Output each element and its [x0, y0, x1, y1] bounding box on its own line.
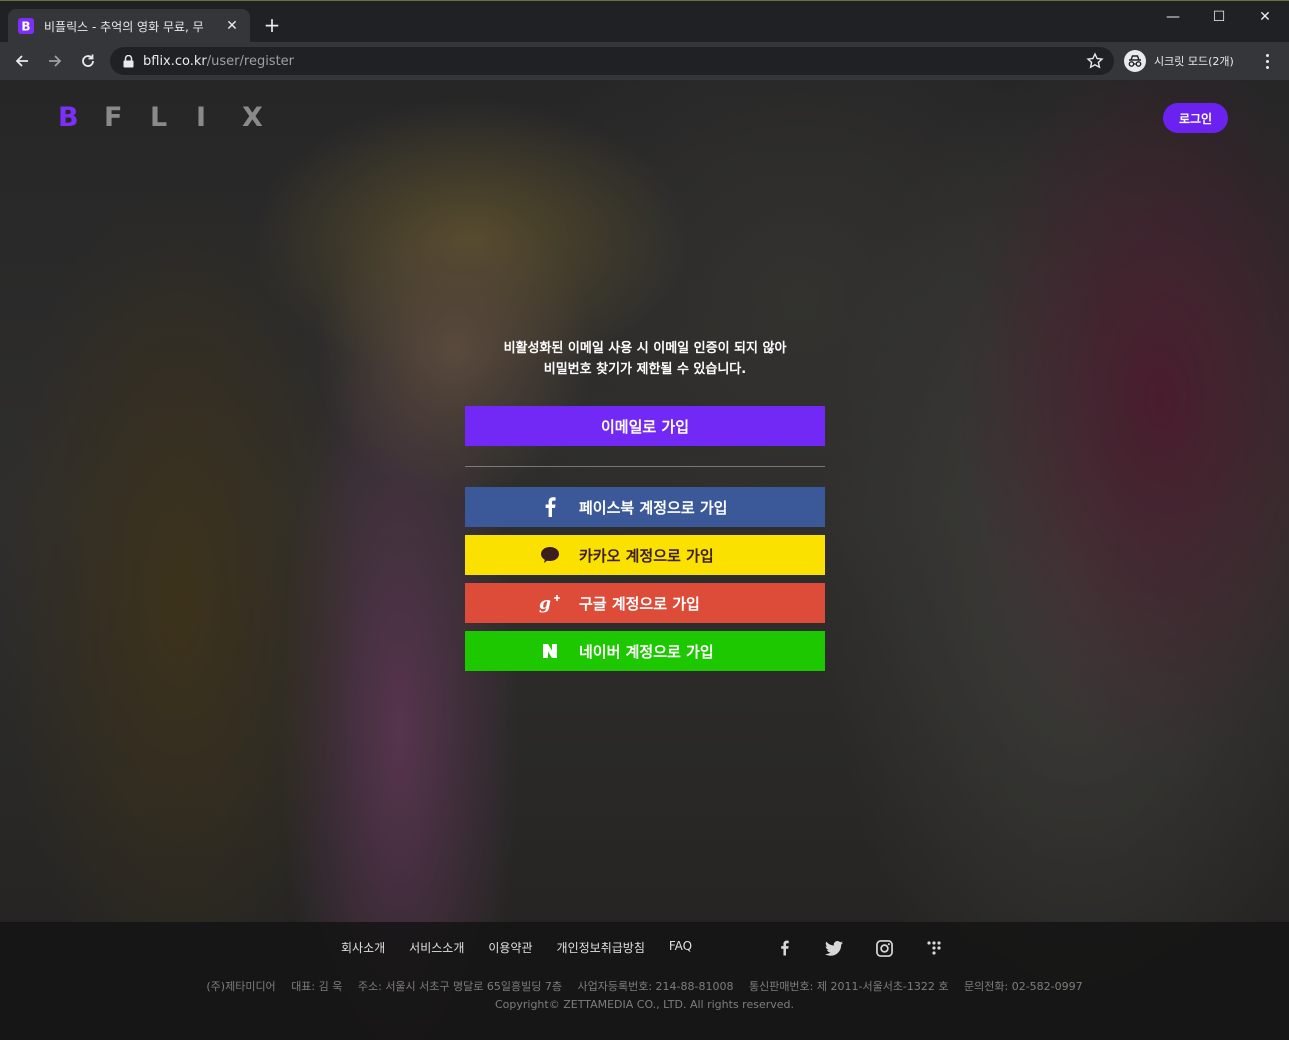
incognito-icon	[1124, 50, 1146, 72]
naver-icon	[539, 640, 561, 662]
mail-order-number: 통신판매번호: 제 2011-서울서초-1322 호	[748, 980, 949, 993]
copyright: Copyright© ZETTAMEDIA CO., LTD. All righ…	[494, 998, 795, 1011]
bflix-logo[interactable]: B F L I X	[58, 102, 288, 133]
footer-link-faq[interactable]: FAQ	[669, 939, 692, 956]
footer-links: 회사소개 서비스소개 이용약관 개인정보취급방침 FAQ	[341, 939, 692, 956]
new-tab-icon[interactable]: +	[262, 15, 282, 35]
back-icon[interactable]	[12, 51, 32, 71]
browser-toolbar: bflix.co.kr/user/register 시크릿 모드(2개)	[0, 42, 1289, 80]
forward-icon[interactable]	[45, 51, 65, 71]
notice-line: 비밀번호 찾기가 제한될 수 있습니다.	[543, 362, 747, 377]
divider	[465, 466, 825, 467]
kakao-talk-icon	[539, 544, 561, 566]
svg-text:B: B	[21, 20, 30, 34]
minimize-icon[interactable]: —	[1163, 9, 1183, 25]
email-notice: 비활성화된 이메일 사용 시 이메일 인증이 되지 않아 비밀번호 찾기가 제한…	[445, 338, 845, 380]
company-ceo: 대표: 김 욱	[291, 980, 343, 993]
email-signup-label: 이메일로 가입	[600, 417, 690, 436]
google-signup-button[interactable]: g 구글 계정으로 가입	[465, 583, 825, 623]
reload-icon[interactable]	[78, 51, 98, 71]
footer-link-privacy[interactable]: 개인정보취급방침	[557, 939, 645, 956]
bflix-favicon-icon: B	[18, 18, 34, 34]
company-address: 주소: 서울시 서초구 명달로 65일흥빌딩 7층	[357, 980, 562, 993]
svg-text:g: g	[539, 594, 551, 613]
browser-tab-strip: B 비플릭스 - 추억의 영화 무료, 무 ✕ + — ☐ ✕	[0, 0, 1289, 43]
lock-icon	[121, 54, 135, 68]
kakao-signup-label: 카카오 계정으로 가입	[579, 546, 714, 565]
bookmark-star-icon[interactable]	[1086, 52, 1104, 70]
footer-twitter-icon[interactable]	[824, 938, 844, 958]
facebook-signup-label: 페이스북 계정으로 가입	[579, 498, 728, 517]
login-button[interactable]: 로그인	[1163, 103, 1228, 133]
browser-menu-icon[interactable]	[1258, 51, 1276, 71]
logo-letter: B	[58, 102, 79, 133]
browser-tab[interactable]: B 비플릭스 - 추억의 영화 무료, 무 ✕	[8, 9, 250, 43]
logo-letter: L	[150, 102, 168, 133]
google-signup-label: 구글 계정으로 가입	[579, 594, 700, 613]
incognito-label: 시크릿 모드(2개)	[1154, 55, 1234, 68]
footer-facebook-icon[interactable]	[774, 938, 794, 958]
footer-link-terms[interactable]: 이용약관	[488, 939, 532, 956]
naver-signup-label: 네이버 계정으로 가입	[579, 642, 714, 661]
contact-phone: 문의전화: 02-582-0997	[964, 980, 1083, 993]
footer: 회사소개 서비스소개 이용약관 개인정보취급방침 FAQ (주)제타미디어 대표…	[0, 922, 1289, 1040]
address-bar[interactable]: bflix.co.kr/user/register	[110, 47, 1114, 75]
kakao-signup-button[interactable]: 카카오 계정으로 가입	[465, 535, 825, 575]
facebook-icon	[539, 496, 561, 518]
tab-title: 비플릭스 - 추억의 영화 무료, 무	[44, 19, 204, 34]
tab-close-icon[interactable]: ✕	[224, 18, 240, 34]
facebook-signup-button[interactable]: 페이스북 계정으로 가입	[465, 487, 825, 527]
business-number: 사업자등록번호: 214-88-81008	[577, 980, 734, 993]
register-page: B F L I X 로그인 비활성화된 이메일 사용 시 이메일 인증이 되지 …	[0, 80, 1289, 1040]
maximize-icon[interactable]: ☐	[1209, 9, 1229, 25]
company-info: (주)제타미디어 대표: 김 욱 주소: 서울시 서초구 명달로 65일흥빌딩 …	[0, 978, 1289, 1014]
logo-letter: I	[196, 102, 207, 133]
url-text: bflix.co.kr/user/register	[143, 53, 295, 69]
naver-signup-button[interactable]: 네이버 계정으로 가입	[465, 631, 825, 671]
incognito-indicator[interactable]: 시크릿 모드(2개)	[1122, 48, 1246, 74]
email-signup-button[interactable]: 이메일로 가입	[465, 406, 825, 446]
footer-link-service[interactable]: 서비스소개	[409, 939, 464, 956]
logo-letter: X	[242, 102, 263, 133]
close-window-icon[interactable]: ✕	[1255, 9, 1275, 25]
footer-instagram-icon[interactable]	[874, 938, 894, 958]
footer-link-company[interactable]: 회사소개	[341, 939, 385, 956]
logo-letter: F	[104, 102, 123, 133]
company-name: (주)제타미디어	[206, 980, 276, 993]
footer-dots-icon[interactable]	[924, 938, 944, 958]
google-plus-icon: g	[539, 592, 561, 614]
notice-line: 비활성화된 이메일 사용 시 이메일 인증이 되지 않아	[503, 341, 787, 356]
